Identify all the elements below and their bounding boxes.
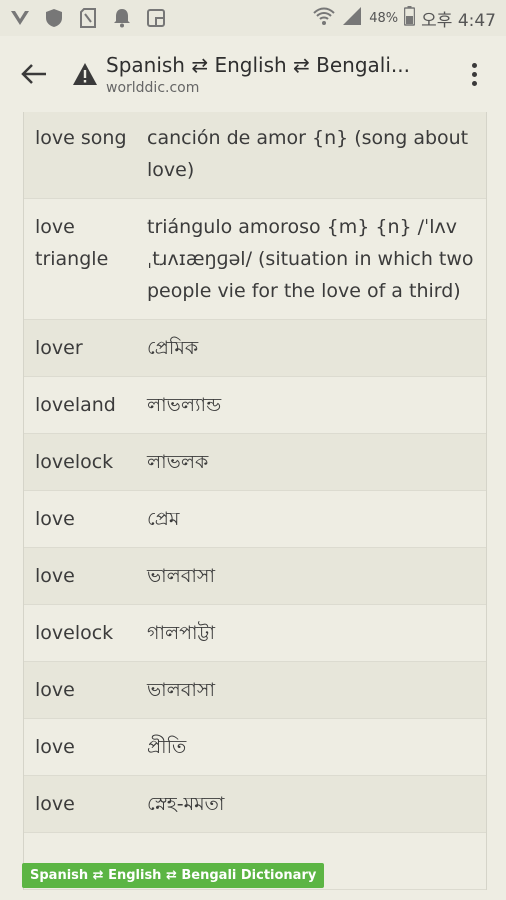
back-button[interactable] (18, 58, 50, 90)
term-cell: love triangle (35, 216, 109, 270)
clock: 오후 4:47 (421, 10, 496, 31)
more-vertical-icon (471, 62, 477, 68)
term-cell: lovelock (35, 622, 114, 644)
check-shield-icon (10, 8, 30, 28)
definition-cell: প্রেমিক (147, 337, 199, 359)
screenshot-icon (146, 8, 166, 28)
arrow-left-icon (21, 64, 46, 84)
table-row[interactable]: lovelock লাভলক (24, 434, 486, 491)
results-table: love song canción de amor {n} (song abou… (23, 112, 487, 890)
table-row[interactable]: lovelock গালপাট্টা (24, 605, 486, 662)
term-cell: love song (35, 127, 127, 149)
table-row[interactable]: love প্রীতি (24, 719, 486, 776)
notification-bell-icon (112, 8, 132, 28)
shield-icon (44, 8, 64, 28)
term-cell: lover (35, 337, 83, 359)
sd-card-icon (78, 8, 98, 28)
wifi-icon (313, 6, 335, 31)
definition-cell: লাভলক (147, 451, 209, 473)
definition-cell: প্রেম (147, 508, 180, 530)
page-title: Spanish ⇄ English ⇄ Bengali... (106, 52, 410, 77)
definition-cell: ভালবাসা (147, 679, 215, 701)
table-row[interactable]: love ভালবাসা (24, 662, 486, 719)
definition-cell: ভালবাসা (147, 565, 215, 587)
dictionary-content[interactable]: love song canción de amor {n} (song abou… (0, 112, 506, 900)
table-row[interactable]: loveland লাভল্যান্ড (24, 377, 486, 434)
definition-cell: প্রীতি (147, 736, 187, 758)
table-row[interactable]: love triangle triángulo amoroso {m} {n} … (24, 199, 486, 320)
table-row[interactable]: love ভালবাসা (24, 548, 486, 605)
term-cell: love (35, 508, 75, 530)
table-row[interactable]: love song canción de amor {n} (song abou… (24, 112, 486, 199)
table-row[interactable]: lover প্রেমিক (24, 320, 486, 377)
term-cell: lovelock (35, 451, 114, 473)
status-bar: 48% 오후 4:47 (0, 0, 506, 36)
dictionary-name-badge[interactable]: Spanish ⇄ English ⇄ Bengali Dictionary (22, 863, 325, 888)
definition-cell: গালপাট্টা (147, 622, 216, 644)
page-url: worlddic.com (106, 79, 200, 96)
term-cell: love (35, 565, 75, 587)
term-cell: love (35, 736, 75, 758)
table-row[interactable]: love স্নেহ-মমতা (24, 776, 486, 833)
signal-icon (341, 6, 363, 31)
table-row[interactable]: love প্রেম (24, 491, 486, 548)
definition-cell: triángulo amoroso {m} {n} /ˈlʌv ˌtɹʌɪæŋɡ… (147, 216, 474, 302)
term-cell: love (35, 793, 75, 815)
term-cell: love (35, 679, 75, 701)
overflow-menu-button[interactable] (464, 59, 484, 89)
definition-cell: লাভল্যান্ড (147, 394, 222, 416)
battery-percent: 48% (369, 10, 399, 26)
warning-icon[interactable] (72, 61, 98, 87)
app-bar: Spanish ⇄ English ⇄ Bengali... worlddic.… (0, 36, 506, 112)
battery-icon (403, 5, 416, 31)
definition-cell: স্নেহ-মমতা (147, 793, 225, 815)
definition-cell: canción de amor {n} (song about love) (147, 127, 469, 181)
term-cell: loveland (35, 394, 116, 416)
